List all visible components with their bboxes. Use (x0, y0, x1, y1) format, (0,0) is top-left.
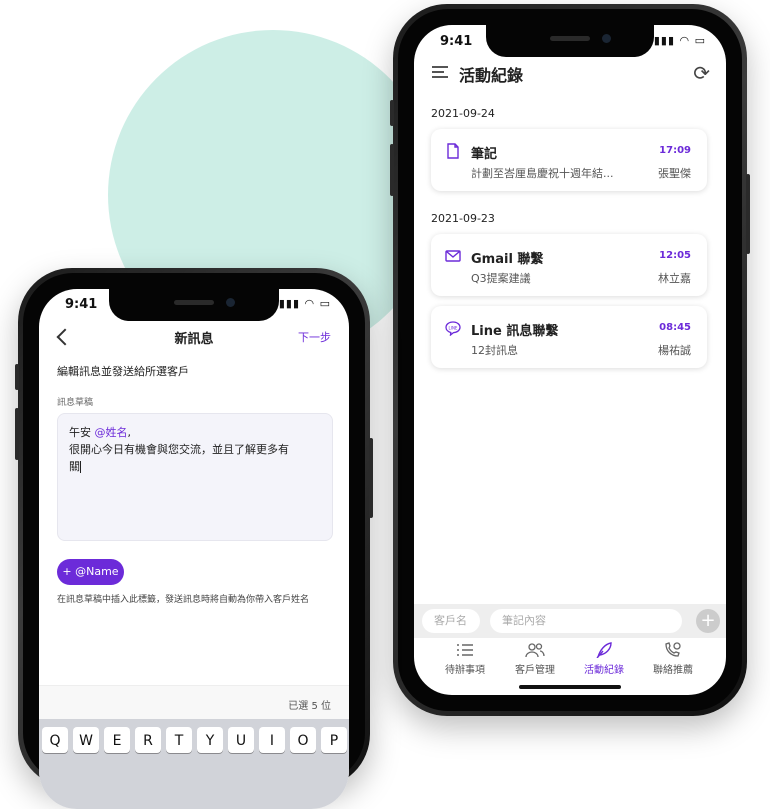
card-title: Gmail 聯繫 (471, 252, 544, 267)
tab-label: 待辦事項 (445, 665, 485, 676)
phone-icon (665, 642, 681, 657)
instruction-text: 編輯訊息並發送給所選客戶 (57, 365, 189, 378)
activity-header: 活動紀錄 ⟳ (414, 57, 726, 93)
card-time: 12:05 (659, 250, 691, 261)
right-phone: 9:41 ▮▮▮ ◠ ▭ 活動紀錄 ⟳ 2021-09-24 筆記 17:09 … (390, 4, 750, 716)
next-step-button[interactable]: 下一步 (298, 329, 331, 345)
selected-count: 已選 5 位 (288, 701, 331, 712)
key[interactable]: P (321, 727, 347, 753)
card-title: Line 訊息聯繫 (471, 324, 559, 339)
draft-greeting: 午安 (69, 426, 91, 439)
key[interactable]: E (104, 727, 130, 753)
card-subtitle: 計劃至峇厘島慶祝十週年結... (471, 167, 614, 180)
date-header: 2021-09-23 (431, 212, 495, 225)
note-input-bar: 客戶名 筆記內容 + (414, 604, 726, 638)
key[interactable]: Y (197, 727, 223, 753)
insert-name-button[interactable]: + @Name (57, 559, 124, 585)
key[interactable]: I (259, 727, 285, 753)
home-indicator (519, 685, 621, 689)
draft-line: 很開心今日有機會與您交流，並且了解更多有 (69, 443, 289, 456)
activity-screen: 9:41 ▮▮▮ ◠ ▭ 活動紀錄 ⟳ 2021-09-24 筆記 17:09 … (414, 25, 726, 695)
card-client-name: 楊祐誠 (658, 344, 691, 357)
keyboard: Q W E R T Y U I O P (39, 719, 349, 809)
tab-label: 聯絡推薦 (653, 665, 693, 676)
list-icon (457, 644, 473, 656)
status-time: 9:41 (65, 297, 98, 312)
page-title: 活動紀錄 (459, 66, 524, 85)
note-icon (447, 143, 459, 159)
status-time: 9:41 (440, 34, 473, 49)
refresh-icon[interactable]: ⟳ (693, 61, 710, 85)
key[interactable]: T (166, 727, 192, 753)
activity-card[interactable]: 筆記 17:09 計劃至峇厘島慶祝十週年結... 張聖傑 (431, 129, 707, 191)
tab-label: 客戶管理 (515, 665, 555, 676)
card-time: 17:09 (659, 145, 691, 156)
tab-referrals[interactable]: 聯絡推薦 (639, 642, 707, 676)
hint-text: 在訊息草稿中插入此標籤，發送訊息時將自動為你帶入客戶姓名 (57, 595, 310, 605)
activity-card[interactable]: Gmail 聯繫 12:05 Q3提案建議 林立嘉 (431, 234, 707, 296)
tab-todo[interactable]: 待辦事項 (431, 642, 499, 676)
key[interactable]: O (290, 727, 316, 753)
add-button[interactable]: + (696, 609, 720, 633)
key[interactable]: R (135, 727, 161, 753)
line-icon: LINE (445, 321, 461, 336)
card-client-name: 林立嘉 (658, 272, 691, 285)
tab-label: 活動紀錄 (584, 665, 624, 676)
svg-text:LINE: LINE (449, 325, 458, 330)
notch (109, 289, 279, 321)
name-mention-tag: @姓名 (94, 426, 128, 439)
key[interactable]: U (228, 727, 254, 753)
card-subtitle: 12封訊息 (471, 344, 518, 357)
users-icon (525, 643, 545, 658)
mail-icon (445, 250, 461, 262)
draft-line: 關 (69, 460, 80, 473)
draft-label: 訊息草稿 (57, 398, 94, 408)
key[interactable]: Q (42, 727, 68, 753)
left-phone: 9:41 ▮▮▮ ◠ ▭ 新訊息 下一步 編輯訊息並發送給所選客戶 訊息草稿 午… (15, 268, 373, 809)
card-title: 筆記 (471, 147, 498, 162)
notch (486, 25, 654, 57)
note-content-input[interactable]: 筆記內容 (490, 609, 682, 633)
text-caret (80, 461, 81, 473)
feather-icon (596, 642, 612, 658)
tab-activity[interactable]: 活動紀錄 (570, 642, 638, 676)
key[interactable]: W (73, 727, 99, 753)
card-time: 08:45 (659, 322, 691, 333)
new-message-header: 新訊息 下一步 (39, 321, 349, 357)
activity-card[interactable]: LINE Line 訊息聯繫 08:45 12封訊息 楊祐誠 (431, 306, 707, 368)
new-message-screen: 9:41 ▮▮▮ ◠ ▭ 新訊息 下一步 編輯訊息並發送給所選客戶 訊息草稿 午… (39, 289, 349, 809)
message-draft-textarea[interactable]: 午安 @姓名, 很開心今日有機會與您交流，並且了解更多有 關 (57, 413, 333, 541)
tab-bar: 待辦事項 客戶管理 活動紀錄 聯絡推薦 (414, 638, 726, 678)
client-name-input[interactable]: 客戶名 (422, 609, 480, 633)
status-icons: ▮▮▮ ◠ ▭ (278, 297, 331, 310)
draft-comma: , (127, 426, 132, 439)
tab-clients[interactable]: 客戶管理 (501, 642, 569, 676)
card-client-name: 張聖傑 (658, 167, 691, 180)
menu-icon[interactable] (432, 66, 448, 81)
selected-bar: 已選 5 位 (39, 685, 349, 720)
card-subtitle: Q3提案建議 (471, 272, 531, 285)
date-header: 2021-09-24 (431, 107, 495, 120)
status-icons: ▮▮▮ ◠ ▭ (653, 34, 706, 47)
